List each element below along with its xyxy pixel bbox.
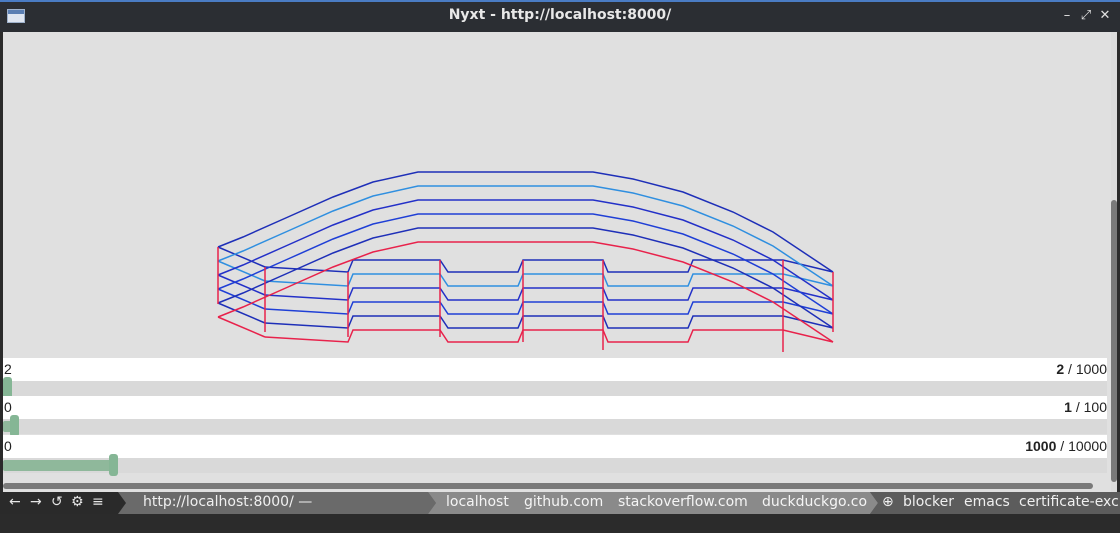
wire-ring-back-5: [217, 241, 834, 343]
slider-1-min: 2: [4, 361, 12, 377]
bottom-strip: [0, 514, 1120, 533]
horizontal-scrollbar[interactable]: [3, 483, 1093, 489]
tab-stackoverflow[interactable]: stackoverflow.com: [618, 494, 748, 510]
modes-toggle-icon[interactable]: ⊕: [882, 494, 894, 510]
tab-localhost[interactable]: localhost: [446, 494, 509, 510]
wire-ring-front-5: [264, 329, 834, 343]
tab-github[interactable]: github.com: [524, 494, 603, 510]
slider-2-value: 1 / 100: [1064, 399, 1107, 415]
slider-3-handle[interactable]: [109, 454, 118, 476]
back-icon[interactable]: ←: [9, 494, 21, 510]
wire-ring-front-3: [264, 301, 834, 315]
wire-ring-back-1: [217, 185, 834, 287]
close-icon[interactable]: ✕: [1097, 6, 1113, 26]
status-modes: ⊕ blocker emacs certificate-exc: [870, 492, 1120, 514]
slider-3-value: 1000 / 10000: [1025, 438, 1107, 454]
vertical-scrollbar[interactable]: [1111, 32, 1117, 492]
menu-icon[interactable]: ≡: [92, 494, 104, 510]
status-tabs: localhost github.com stackoverflow.com d…: [428, 492, 878, 514]
window-titlebar: Nyxt - http://localhost:8000/ – ⤢ ✕: [0, 0, 1120, 32]
slider-3-track[interactable]: [3, 454, 1107, 476]
tab-duckduckgo[interactable]: duckduckgo.co: [762, 494, 867, 510]
settings-icon[interactable]: ⚙: [71, 494, 84, 510]
maximize-icon[interactable]: ⤢: [1078, 6, 1094, 26]
slider-2: 0 1 / 100: [3, 396, 1107, 437]
slider-2-min: 0: [4, 399, 12, 415]
slider-3: 0 1000 / 10000: [3, 435, 1107, 476]
wire-ring-back-4: [217, 227, 834, 329]
minimize-icon[interactable]: –: [1059, 6, 1075, 26]
web-content: 2 2 / 1000 0 1 / 100 0 1000 / 10000: [3, 32, 1117, 492]
3d-wireframe-scene[interactable]: [3, 32, 1107, 358]
wire-ring-back-0: [217, 171, 834, 273]
wire-ring-front-4: [264, 315, 834, 329]
status-url[interactable]: http://localhost:8000/ —: [116, 492, 436, 514]
slider-1-track[interactable]: [3, 377, 1107, 399]
status-bar: http://localhost:8000/ — ← → ↺ ⚙ ≡ local…: [0, 492, 1120, 514]
window-title: Nyxt - http://localhost:8000/: [448, 7, 672, 23]
slider-3-min: 0: [4, 438, 12, 454]
wire-ring-back-2: [217, 199, 834, 301]
mode-certificate-exception[interactable]: certificate-exc: [1019, 494, 1119, 510]
slider-1-value: 2 / 1000: [1056, 361, 1107, 377]
slider-1: 2 2 / 1000: [3, 358, 1107, 399]
reload-icon[interactable]: ↺: [51, 494, 63, 510]
mode-blocker[interactable]: blocker: [903, 494, 954, 510]
forward-icon[interactable]: →: [30, 494, 42, 510]
mode-emacs[interactable]: emacs: [964, 494, 1010, 510]
wire-ring-back-3: [217, 213, 834, 315]
vertical-scrollbar-thumb[interactable]: [1111, 200, 1117, 482]
slider-2-track[interactable]: [3, 415, 1107, 437]
navigation-controls: ← → ↺ ⚙ ≡: [0, 492, 126, 514]
slider-3-fill: [3, 460, 113, 471]
slider-2-handle[interactable]: [10, 415, 19, 437]
